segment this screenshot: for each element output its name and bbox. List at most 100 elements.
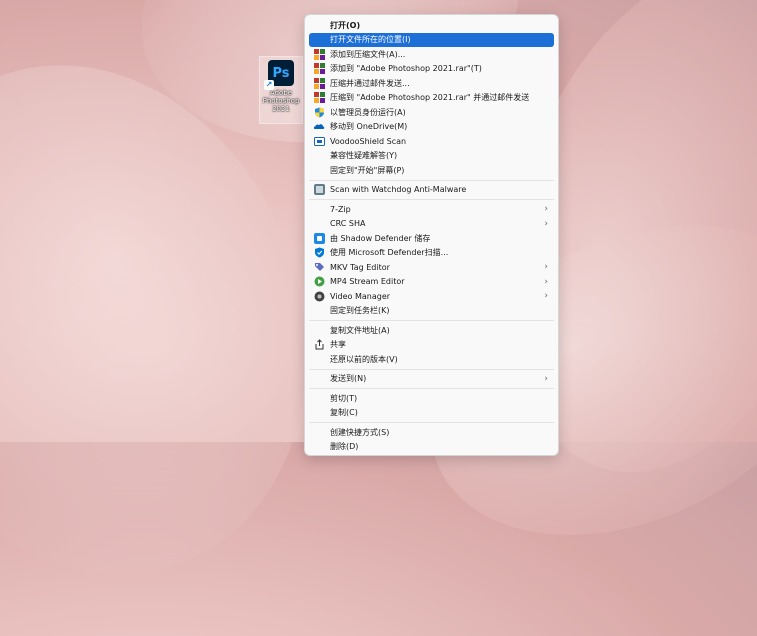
menu-item-label: VoodooShield Scan xyxy=(330,136,407,146)
defender-icon xyxy=(313,247,325,259)
menu-item-label: 复制(C) xyxy=(330,408,358,418)
menu-item-label: 创建快捷方式(S) xyxy=(330,427,390,437)
blank-icon-slot xyxy=(313,19,325,31)
menu-item-label: CRC SHA xyxy=(330,219,366,229)
blank-icon-slot xyxy=(313,392,325,404)
video-manager-icon xyxy=(313,290,325,302)
blank-icon-slot xyxy=(313,203,325,215)
menu-item[interactable]: 使用 Microsoft Defender扫描... xyxy=(309,246,554,261)
blank-icon-slot xyxy=(313,441,325,453)
mp4-icon xyxy=(313,276,325,288)
blank-icon-slot xyxy=(313,305,325,317)
blank-icon-slot xyxy=(313,164,325,176)
menu-item[interactable]: 以管理员身份运行(A) xyxy=(309,105,554,120)
share-icon xyxy=(313,339,325,351)
menu-separator xyxy=(309,320,554,321)
menu-item-label: 添加到 "Adobe Photoshop 2021.rar"(T) xyxy=(330,64,482,74)
menu-item[interactable]: 剪切(T) xyxy=(309,391,554,406)
menu-item-label: 添加到压缩文件(A)... xyxy=(330,49,406,59)
menu-item[interactable]: 复制(C) xyxy=(309,406,554,421)
menu-item[interactable]: MP4 Stream Editor › xyxy=(309,275,554,290)
winrar-icon xyxy=(313,77,325,89)
menu-item-label: 固定到任务栏(K) xyxy=(330,306,390,316)
menu-item-label: 共享 xyxy=(330,340,346,350)
menu-item-label: MP4 Stream Editor xyxy=(330,277,405,287)
menu-item-label: Scan with Watchdog Anti-Malware xyxy=(330,185,467,195)
menu-item[interactable]: 打开(O) xyxy=(309,18,554,33)
menu-item[interactable]: 添加到 "Adobe Photoshop 2021.rar"(T) xyxy=(309,62,554,77)
menu-item[interactable]: VoodooShield Scan xyxy=(309,134,554,149)
shortcut-arrow-icon: ↗ xyxy=(264,80,274,90)
menu-separator xyxy=(309,422,554,423)
blank-icon-slot xyxy=(313,426,325,438)
menu-item-label: Video Manager xyxy=(330,291,391,301)
menu-item[interactable]: 固定到"开始"屏幕(P) xyxy=(309,163,554,178)
photoshop-icon: Ps ↗ xyxy=(264,60,294,90)
menu-separator xyxy=(309,388,554,389)
onedrive-icon xyxy=(313,121,325,133)
menu-item-label: 压缩到 "Adobe Photoshop 2021.rar" 并通过邮件发送 xyxy=(330,93,530,103)
blank-icon-slot xyxy=(313,373,325,385)
blank-icon-slot xyxy=(313,34,325,46)
menu-separator xyxy=(309,368,554,370)
blank-icon-slot xyxy=(313,324,325,336)
blank-icon-slot xyxy=(313,353,325,365)
chevron-right-icon: › xyxy=(544,262,548,273)
menu-item[interactable]: Video Manager › xyxy=(309,289,554,304)
blank-icon-slot xyxy=(313,218,325,230)
chevron-right-icon: › xyxy=(544,276,548,287)
menu-item[interactable]: CRC SHA › xyxy=(309,217,554,232)
watchdog-icon xyxy=(313,184,325,196)
menu-separator xyxy=(309,199,554,200)
mkv-tag-icon xyxy=(313,261,325,273)
menu-item-label: 打开文件所在的位置(I) xyxy=(330,35,411,45)
desktop-shortcut-photoshop[interactable]: Ps ↗ Adobe Photoshop 2021 xyxy=(259,56,303,124)
winrar-icon xyxy=(313,48,325,60)
menu-item-label: 还原以前的版本(V) xyxy=(330,354,398,364)
context-menu: 打开(O) 打开文件所在的位置(I) 添加到压缩文件(A)... 添加到 "Adobe… xyxy=(304,14,559,456)
blank-icon-slot xyxy=(313,407,325,419)
menu-item[interactable]: 复制文件地址(A) xyxy=(309,323,554,338)
menu-item[interactable]: 由 Shadow Defender 储存 xyxy=(309,231,554,246)
menu-item[interactable]: 7-Zip › xyxy=(309,202,554,217)
menu-item[interactable]: 创建快捷方式(S) xyxy=(309,425,554,440)
desktop-icon-label: Adobe Photoshop 2021 xyxy=(262,89,300,113)
menu-item[interactable]: 还原以前的版本(V) xyxy=(309,352,554,367)
chevron-right-icon: › xyxy=(544,291,548,302)
chevron-right-icon: › xyxy=(544,373,548,384)
menu-item[interactable]: Scan with Watchdog Anti-Malware xyxy=(309,183,554,198)
menu-item-label: MKV Tag Editor xyxy=(330,262,390,272)
menu-item-label: 删除(D) xyxy=(330,442,359,452)
menu-separator xyxy=(309,179,554,181)
menu-item-label: 复制文件地址(A) xyxy=(330,325,390,335)
chevron-right-icon: › xyxy=(544,204,548,215)
menu-item[interactable]: 发送到(N) › xyxy=(309,372,554,387)
menu-item-label: 发送到(N) xyxy=(330,374,367,384)
menu-item[interactable]: 打开文件所在的位置(I) xyxy=(309,32,554,47)
menu-item[interactable]: 固定到任务栏(K) xyxy=(309,304,554,319)
menu-item-label: 使用 Microsoft Defender扫描... xyxy=(330,248,449,258)
menu-item-label: 固定到"开始"屏幕(P) xyxy=(330,165,405,175)
uac-shield-icon xyxy=(313,106,325,118)
menu-item-label: 以管理员身份运行(A) xyxy=(330,107,406,117)
menu-item[interactable]: 共享 xyxy=(309,338,554,353)
menu-item[interactable]: 移动到 OneDrive(M) xyxy=(309,120,554,135)
menu-item-label: 压缩并通过邮件发送... xyxy=(330,78,410,88)
menu-item[interactable]: 压缩并通过邮件发送... xyxy=(309,76,554,91)
voodooshield-icon xyxy=(313,135,325,147)
shadow-defender-icon xyxy=(313,232,325,244)
menu-item-label: 剪切(T) xyxy=(330,393,358,403)
menu-item-label: 7-Zip xyxy=(330,204,351,214)
winrar-icon xyxy=(313,92,325,104)
menu-item[interactable]: 兼容性疑难解答(Y) xyxy=(309,149,554,164)
blank-icon-slot xyxy=(313,150,325,162)
menu-item-label: 移动到 OneDrive(M) xyxy=(330,122,408,132)
menu-item[interactable]: 压缩到 "Adobe Photoshop 2021.rar" 并通过邮件发送 xyxy=(309,91,554,106)
menu-item[interactable]: MKV Tag Editor › xyxy=(309,260,554,275)
menu-item-label: 由 Shadow Defender 储存 xyxy=(330,233,431,243)
menu-item-label: 打开(O) xyxy=(330,20,361,30)
chevron-right-icon: › xyxy=(544,218,548,229)
menu-item-label: 兼容性疑难解答(Y) xyxy=(330,151,398,161)
menu-item[interactable]: 添加到压缩文件(A)... xyxy=(309,47,554,62)
winrar-icon xyxy=(313,63,325,75)
